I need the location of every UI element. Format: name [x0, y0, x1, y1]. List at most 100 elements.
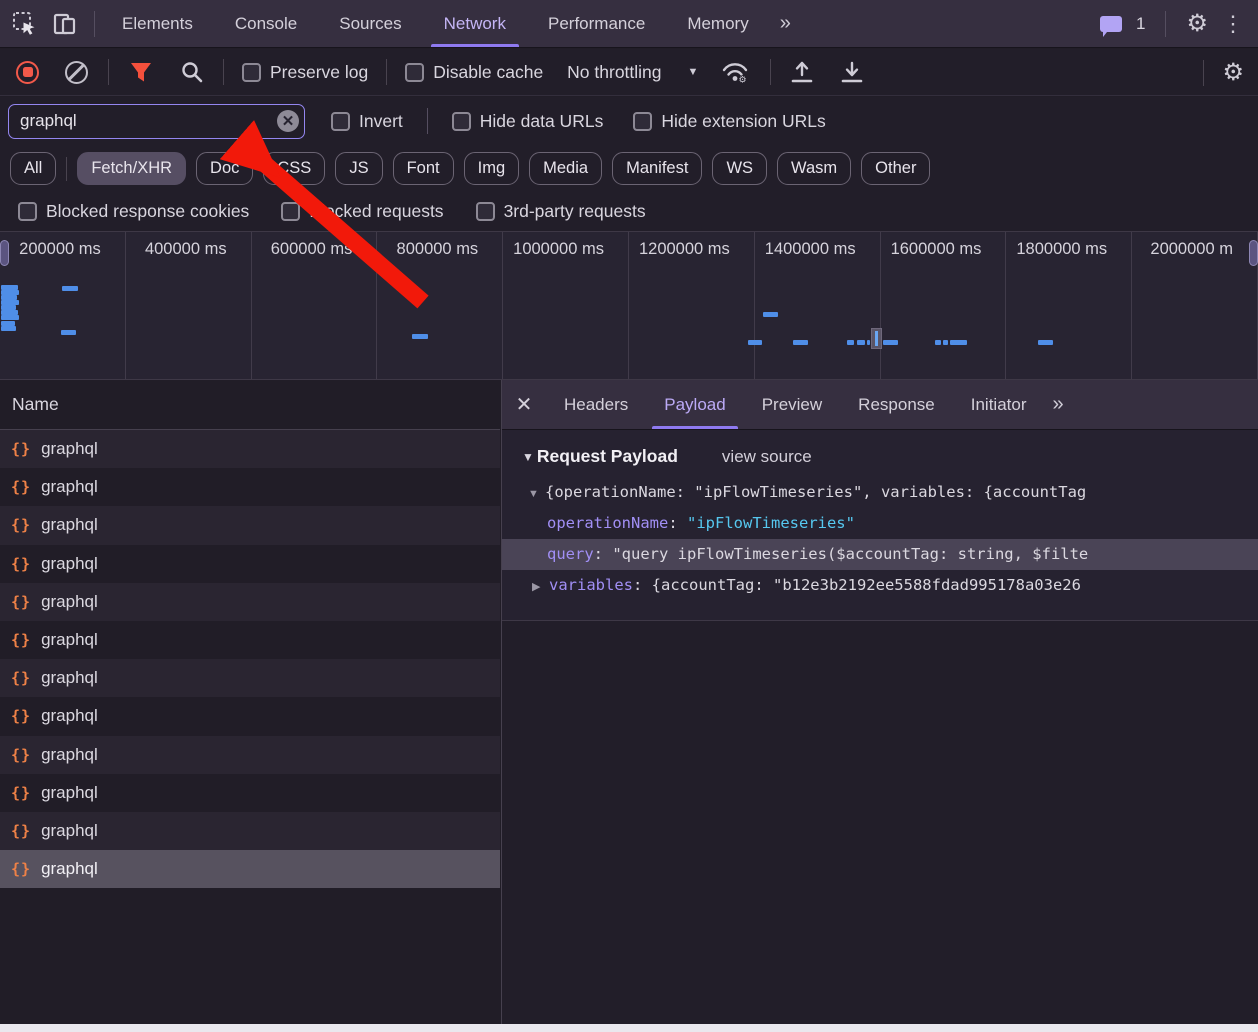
json-icon: {}: [11, 707, 31, 725]
chip-js[interactable]: JS: [335, 152, 382, 185]
clear-filter-icon[interactable]: ✕: [277, 110, 299, 132]
chip-wasm[interactable]: Wasm: [777, 152, 851, 185]
request-row[interactable]: {}graphql: [0, 621, 500, 659]
checkbox[interactable]: [18, 202, 37, 221]
request-row[interactable]: {}graphql: [0, 545, 500, 583]
request-row[interactable]: {}graphql: [0, 468, 500, 506]
network-conditions-icon[interactable]: ⚙: [720, 60, 750, 84]
chip-all[interactable]: All: [10, 152, 56, 185]
chip-css[interactable]: CSS: [263, 152, 325, 185]
dropdown-caret-icon: ▼: [688, 66, 699, 78]
filter-icon[interactable]: [128, 60, 154, 84]
details-tab-payload[interactable]: Payload: [646, 380, 743, 429]
more-tabs-icon[interactable]: »: [770, 12, 799, 35]
chip-media[interactable]: Media: [529, 152, 602, 185]
device-toolbar-icon[interactable]: [52, 11, 78, 37]
details-tabs: HeadersPayloadPreviewResponseInitiator: [546, 380, 1044, 429]
waterfall-bar: [857, 340, 865, 345]
hide-data-urls-checkbox[interactable]: Hide data URLs: [452, 111, 604, 132]
payload-segment-plain: :: [633, 576, 652, 594]
waterfall-bar: [1, 305, 16, 310]
request-row[interactable]: {}graphql: [0, 736, 500, 774]
timeline-overview[interactable]: 200000 ms400000 ms600000 ms800000 ms1000…: [0, 232, 1258, 380]
filter-row: ✕ Invert Hide data URLs Hide extension U…: [0, 97, 1258, 145]
hide-extension-urls-checkbox[interactable]: Hide extension URLs: [633, 111, 825, 132]
kebab-menu-icon[interactable]: ⋮: [1222, 13, 1244, 35]
network-settings-gear-icon[interactable]: ⚙: [1222, 61, 1244, 85]
checkbox[interactable]: [405, 63, 424, 82]
chip-ws[interactable]: WS: [712, 152, 767, 185]
request-payload-header[interactable]: ▼ Request Payload view source: [522, 446, 1258, 467]
hide-data-urls-label: Hide data URLs: [480, 111, 604, 132]
blocked-response-cookies-checkbox[interactable]: Blocked response cookies: [18, 201, 249, 222]
tab-console[interactable]: Console: [214, 0, 318, 47]
preserve-log-checkbox[interactable]: Preserve log: [242, 62, 368, 83]
settings-gear-icon[interactable]: ⚙: [1186, 12, 1208, 36]
export-har-icon[interactable]: [839, 60, 865, 84]
chip-font[interactable]: Font: [393, 152, 454, 185]
record-icon[interactable]: [16, 61, 39, 84]
request-row[interactable]: {}graphql: [0, 812, 500, 850]
payload-row[interactable]: ▼{operationName: "ipFlowTimeseries", var…: [502, 477, 1258, 508]
clear-icon[interactable]: [65, 61, 88, 84]
timeline-tick-label: 1800000 ms: [1016, 240, 1107, 259]
request-details-panel: ✕ HeadersPayloadPreviewResponseInitiator…: [501, 380, 1258, 1024]
filter-input[interactable]: [8, 104, 305, 139]
request-row[interactable]: {}graphql: [0, 774, 500, 812]
3rd-party-requests-checkbox[interactable]: 3rd-party requests: [476, 201, 646, 222]
details-more-tabs-icon[interactable]: »: [1044, 393, 1071, 416]
request-name: graphql: [41, 783, 98, 803]
payload-row[interactable]: operationName: "ipFlowTimeseries": [502, 508, 1258, 539]
request-name: graphql: [41, 477, 98, 497]
checkbox[interactable]: [476, 202, 495, 221]
throttling-select[interactable]: No throttling ▼: [567, 62, 698, 83]
details-tab-initiator[interactable]: Initiator: [953, 380, 1045, 429]
chip-img[interactable]: Img: [464, 152, 520, 185]
details-tab-response[interactable]: Response: [840, 380, 953, 429]
chip-fetch-xhr[interactable]: Fetch/XHR: [77, 152, 186, 185]
timeline-right-scroll-handle[interactable]: [1249, 240, 1258, 266]
import-har-icon[interactable]: [789, 60, 815, 84]
request-row[interactable]: {}graphql: [0, 850, 500, 888]
disclosure-triangle-icon[interactable]: ▼: [528, 479, 545, 508]
tab-performance[interactable]: Performance: [527, 0, 666, 47]
checkbox[interactable]: [242, 63, 261, 82]
request-row[interactable]: {}graphql: [0, 583, 500, 621]
json-icon: {}: [11, 440, 31, 458]
disclosure-triangle-icon[interactable]: ▶: [532, 572, 549, 601]
tab-elements[interactable]: Elements: [101, 0, 214, 47]
name-column-header[interactable]: Name: [0, 380, 500, 430]
timeline-tick-label: 800000 ms: [397, 240, 479, 259]
messages-badge-icon[interactable]: [1100, 16, 1122, 32]
request-row[interactable]: {}graphql: [0, 697, 500, 735]
request-row[interactable]: {}graphql: [0, 506, 500, 544]
chip-other[interactable]: Other: [861, 152, 930, 185]
inspect-cursor-icon[interactable]: [12, 11, 38, 37]
disclosure-triangle-icon[interactable]: ▼: [522, 450, 534, 464]
name-column-label: Name: [12, 394, 59, 415]
timeline-tick-label: 1000000 ms: [513, 240, 604, 259]
chip-manifest[interactable]: Manifest: [612, 152, 702, 185]
timeline-left-scroll-handle[interactable]: [0, 240, 9, 266]
checkbox[interactable]: [281, 202, 300, 221]
tab-network[interactable]: Network: [423, 0, 527, 47]
chip-doc[interactable]: Doc: [196, 152, 253, 185]
payload-row[interactable]: query: "query ipFlowTimeseries($accountT…: [502, 539, 1258, 570]
details-tab-headers[interactable]: Headers: [546, 380, 646, 429]
request-row[interactable]: {}graphql: [0, 430, 500, 468]
invert-checkbox[interactable]: Invert: [331, 111, 403, 132]
tab-sources[interactable]: Sources: [318, 0, 422, 47]
close-icon[interactable]: ✕: [502, 392, 546, 417]
details-tab-preview[interactable]: Preview: [744, 380, 840, 429]
tab-memory[interactable]: Memory: [666, 0, 769, 47]
payload-row[interactable]: ▶variables: {accountTag: "b12e3b2192ee55…: [502, 570, 1258, 601]
blocked-requests-checkbox[interactable]: Blocked requests: [281, 201, 443, 222]
waterfall-bar: [1, 326, 16, 331]
svg-text:⚙: ⚙: [739, 74, 747, 84]
request-row[interactable]: {}graphql: [0, 659, 500, 697]
waterfall-bar: [883, 340, 898, 345]
view-source-link[interactable]: view source: [722, 447, 812, 467]
search-icon[interactable]: [180, 60, 204, 84]
timeline-tick-label: 600000 ms: [271, 240, 353, 259]
disable-cache-checkbox[interactable]: Disable cache: [405, 62, 543, 83]
